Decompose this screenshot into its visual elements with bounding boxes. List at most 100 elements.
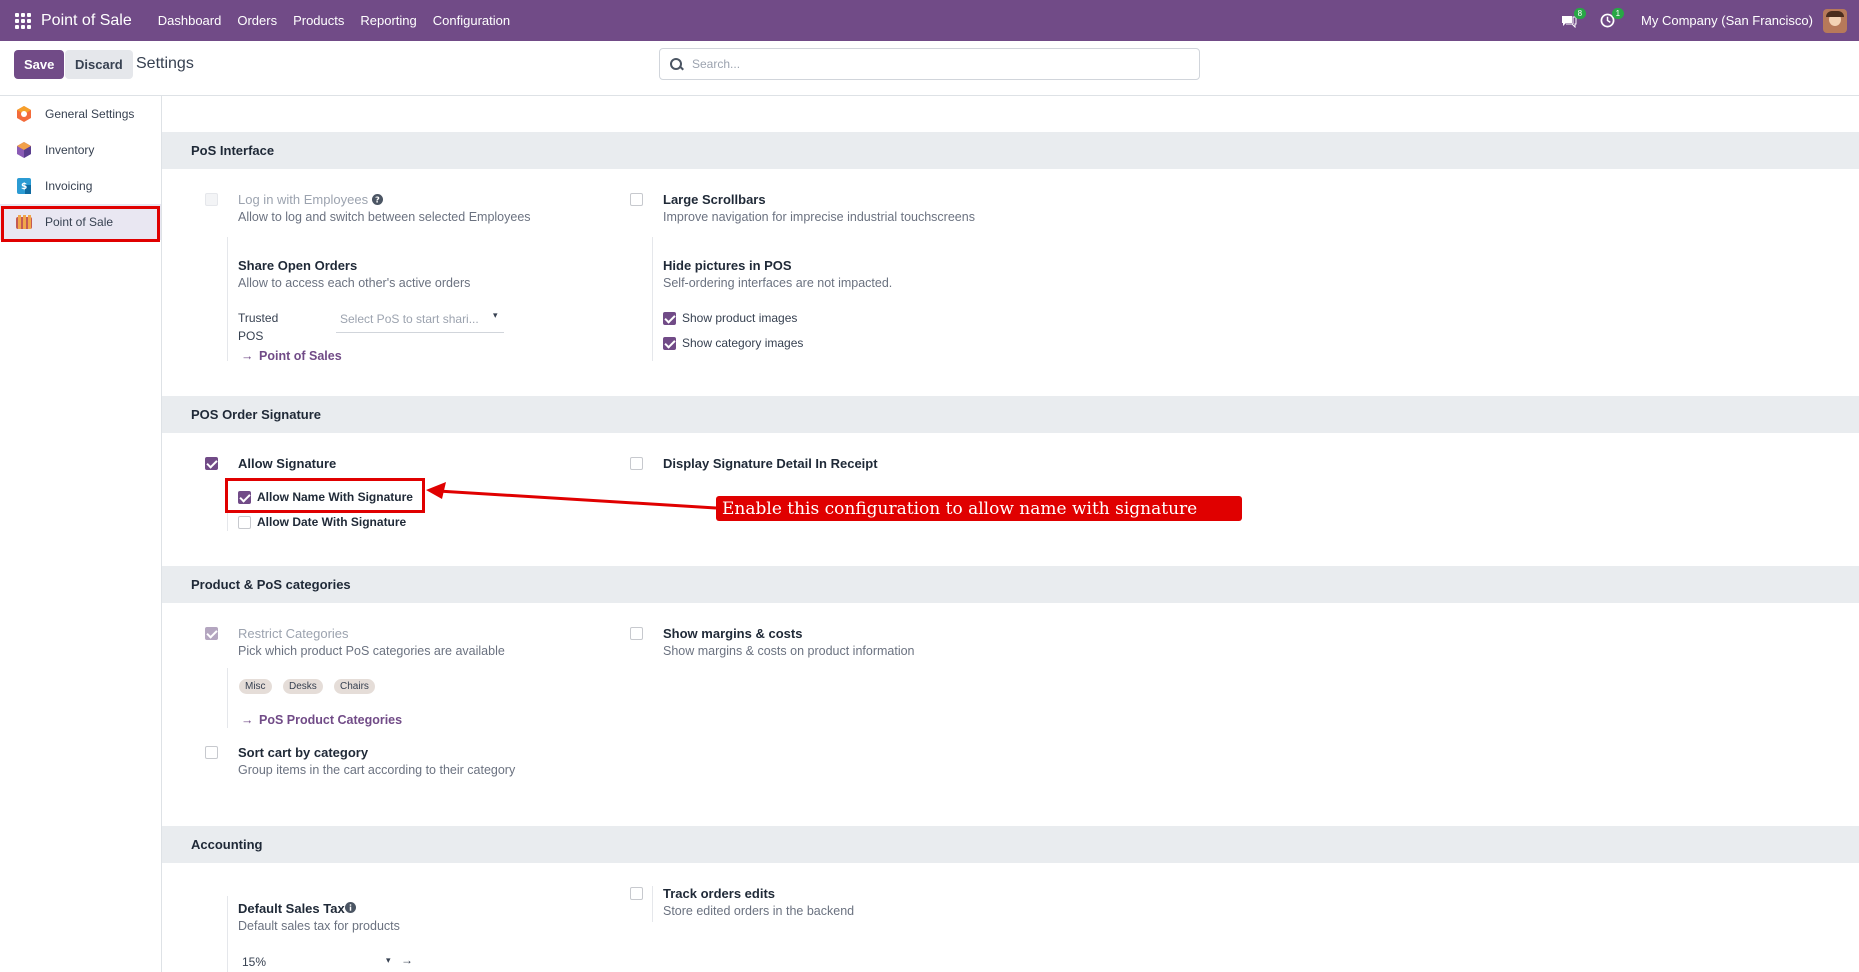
show-category-images-checkbox[interactable] — [663, 337, 676, 350]
section-pos-interface: PoS Interface — [162, 132, 1859, 169]
sort-cart-desc: Group items in the cart according to the… — [238, 763, 516, 777]
track-orders-edits-checkbox[interactable] — [630, 887, 643, 900]
allow-signature-checkbox[interactable] — [205, 457, 218, 470]
settings-content: PoS Interface Log in with Employees ? Al… — [162, 96, 1859, 972]
divider — [227, 237, 228, 361]
allow-name-with-signature-checkbox[interactable] — [238, 491, 251, 504]
sidebar-item-label: Invoicing — [45, 179, 93, 193]
login-employees-checkbox[interactable] — [205, 193, 218, 206]
info-icon[interactable] — [345, 902, 356, 913]
invoicing-icon: $ — [17, 178, 31, 194]
control-panel: Save Discard Settings — [0, 41, 1859, 96]
allow-date-with-signature-label: Allow Date With Signature — [257, 515, 407, 529]
share-open-orders-label: Share Open Orders — [238, 258, 358, 273]
category-tag[interactable]: Misc — [239, 679, 272, 694]
messages-icon[interactable]: 8 — [1559, 7, 1587, 31]
divider — [227, 668, 228, 728]
login-employees-desc: Allow to log and switch between selected… — [238, 210, 531, 224]
search-box[interactable] — [659, 48, 1200, 80]
pos-product-categories-link[interactable]: PoS Product Categories — [259, 713, 402, 727]
discard-button[interactable]: Discard — [65, 50, 133, 79]
top-navbar: Point of Sale Dashboard Orders Products … — [0, 0, 1859, 41]
annotation-callout: Enable this configuration to allow name … — [716, 496, 1242, 521]
point-of-sale-icon — [16, 215, 32, 229]
sidebar-item-label: General Settings — [45, 107, 135, 121]
search-input[interactable] — [692, 57, 1172, 71]
divider — [227, 481, 228, 531]
divider — [652, 237, 653, 361]
allow-name-with-signature-label: Allow Name With Signature — [257, 490, 413, 504]
show-margins-desc: Show margins & costs on product informat… — [663, 644, 915, 658]
section-accounting: Accounting — [162, 826, 1859, 863]
sidebar-item-inventory[interactable]: Inventory — [0, 132, 161, 168]
menu-dashboard[interactable]: Dashboard — [158, 13, 222, 28]
point-of-sales-link[interactable]: Point of Sales — [259, 349, 342, 363]
general-settings-icon — [17, 106, 31, 122]
messages-badge: 8 — [1573, 7, 1587, 19]
open-record-arrow-icon[interactable]: → — [401, 953, 413, 967]
activities-clock-icon[interactable]: 1 — [1597, 7, 1625, 31]
sidebar-item-invoicing[interactable]: $ Invoicing — [0, 168, 161, 204]
share-open-orders-desc: Allow to access each other's active orde… — [238, 276, 471, 290]
show-margins-checkbox[interactable] — [630, 627, 643, 640]
search-icon — [670, 58, 682, 70]
arrow-right-icon: → — [241, 713, 254, 727]
display-signature-detail-checkbox[interactable] — [630, 457, 643, 470]
activities-badge: 1 — [1611, 7, 1625, 19]
chevron-down-icon[interactable]: ▾ — [386, 955, 391, 966]
settings-sidebar: General Settings Inventory $ Invoicing P… — [0, 96, 162, 972]
track-orders-edits-desc: Store edited orders in the backend — [663, 904, 855, 918]
category-tag[interactable]: Desks — [283, 679, 323, 694]
restrict-categories-desc: Pick which product PoS categories are av… — [238, 644, 505, 658]
sort-cart-checkbox[interactable] — [205, 746, 218, 759]
svg-text:$: $ — [21, 182, 27, 192]
sidebar-item-label: Inventory — [45, 143, 95, 157]
trusted-pos-select[interactable]: Select PoS to start shari... — [340, 312, 479, 326]
menu-reporting[interactable]: Reporting — [360, 13, 416, 28]
svg-text:?: ? — [375, 195, 380, 205]
section-pos-order-signature: POS Order Signature — [162, 396, 1859, 433]
trusted-pos-label-1: Trusted — [238, 311, 279, 325]
sidebar-item-general-settings[interactable]: General Settings — [0, 96, 161, 132]
save-button[interactable]: Save — [14, 50, 65, 79]
app-grid-icon[interactable] — [15, 12, 31, 29]
default-sales-tax-desc: Default sales tax for products — [238, 919, 400, 933]
allow-date-with-signature-checkbox[interactable] — [238, 516, 251, 529]
login-employees-label: Log in with Employees — [238, 192, 369, 207]
inventory-icon — [17, 142, 31, 158]
large-scrollbars-checkbox[interactable] — [630, 193, 643, 206]
default-sales-tax-label: Default Sales Tax — [238, 901, 345, 916]
category-tag[interactable]: Chairs — [334, 679, 375, 694]
app-brand[interactable]: Point of Sale — [41, 12, 132, 30]
annotation-arrow — [426, 482, 717, 510]
menu-orders[interactable]: Orders — [237, 13, 277, 28]
section-product-categories: Product & PoS categories — [162, 566, 1859, 603]
hide-pictures-label: Hide pictures in POS — [663, 258, 792, 273]
hide-pictures-desc: Self-ordering interfaces are not impacte… — [663, 276, 893, 290]
allow-signature-label: Allow Signature — [238, 456, 337, 471]
sort-cart-label: Sort cart by category — [238, 745, 369, 760]
show-category-images-label: Show category images — [682, 336, 804, 350]
field-underline — [336, 332, 504, 333]
menu-products[interactable]: Products — [293, 13, 344, 28]
track-orders-edits-label: Track orders edits — [663, 886, 775, 901]
trusted-pos-label-2: POS — [238, 329, 264, 343]
user-avatar[interactable] — [1823, 8, 1847, 33]
arrow-right-icon: → — [241, 349, 254, 363]
large-scrollbars-label: Large Scrollbars — [663, 192, 766, 207]
company-switcher[interactable]: My Company (San Francisco) — [1641, 13, 1813, 28]
divider — [227, 896, 228, 972]
page-title: Settings — [136, 55, 194, 72]
show-product-images-label: Show product images — [682, 311, 798, 325]
menu-configuration[interactable]: Configuration — [433, 13, 510, 28]
sidebar-item-label: Point of Sale — [45, 215, 114, 229]
restrict-categories-label: Restrict Categories — [238, 626, 349, 641]
large-scrollbars-desc: Improve navigation for imprecise industr… — [663, 210, 975, 224]
chevron-down-icon[interactable]: ▾ — [493, 310, 498, 321]
default-sales-tax-select[interactable]: 15% — [242, 955, 266, 969]
sidebar-item-point-of-sale[interactable]: Point of Sale — [0, 204, 161, 240]
help-icon[interactable]: ? — [372, 194, 383, 205]
display-signature-detail-label: Display Signature Detail In Receipt — [663, 456, 878, 471]
restrict-categories-checkbox[interactable] — [205, 627, 218, 640]
show-product-images-checkbox[interactable] — [663, 312, 676, 325]
